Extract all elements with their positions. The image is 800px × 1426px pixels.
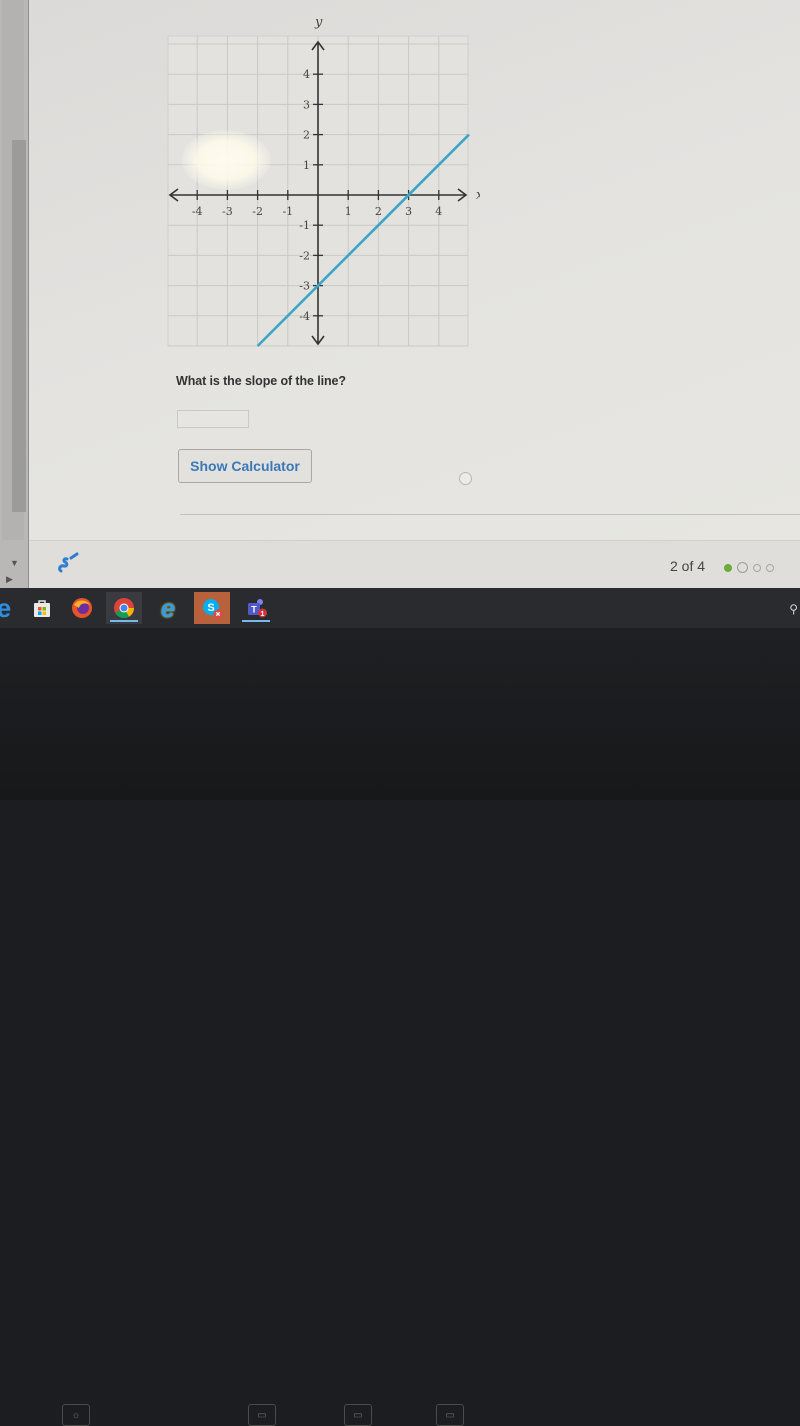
people-icon[interactable]: ⚲ <box>789 602 798 616</box>
x-tick-label: -3 <box>222 205 233 218</box>
laptop-bezel: ☼ ▭ ▭ ▭ <box>0 628 800 1426</box>
taskbar-ie[interactable]: e <box>150 592 186 624</box>
chrome-icon <box>114 598 135 619</box>
x-tick-label: -1 <box>282 205 293 218</box>
x-tick-label: 2 <box>375 205 382 218</box>
x-tick-label: 3 <box>405 205 412 218</box>
x-axis-label: x <box>476 188 480 203</box>
question-content: -4 -3 -2 -1 1 2 3 4 -4 -3 -2 -1 1 2 3 4 x y What is the s… <box>29 0 800 540</box>
y-tick-label: -2 <box>299 249 310 262</box>
screen: ▼ ▶ -4 -3 -2 -1 1 2 3 4 -4 -3 -2 -1 1 2 3 4 x y What is t… <box>0 0 800 589</box>
scroll-down-arrow-icon[interactable]: ▼ <box>10 558 19 568</box>
y-tick-label: -4 <box>299 310 310 323</box>
store-icon <box>34 600 50 617</box>
expand-arrow-icon[interactable]: ▶ <box>6 574 13 585</box>
y-tick-label: -1 <box>299 219 310 232</box>
x-tick-label: -4 <box>192 205 203 218</box>
firefox-icon <box>72 598 92 618</box>
progress-dot-completed[interactable] <box>724 563 732 572</box>
taskbar-edge[interactable]: e <box>0 592 22 624</box>
left-rail: ▼ ▶ <box>0 0 29 588</box>
fkey-brightness-icon: ☼ <box>62 1404 90 1426</box>
active-indicator <box>242 620 270 622</box>
y-tick-label: 3 <box>303 98 310 111</box>
footer-bar: 2 of 4 <box>29 540 800 589</box>
progress-dot-current[interactable] <box>737 562 748 573</box>
slope-answer-input[interactable] <box>177 410 249 428</box>
taskbar: e e S T 1 ⚲ <box>0 588 800 628</box>
app-logo-icon <box>58 552 79 573</box>
y-tick-label: 4 <box>303 68 310 81</box>
fkey-display-icon: ▭ <box>248 1404 276 1426</box>
progress-dot-pending[interactable] <box>766 563 774 572</box>
divider <box>180 514 800 515</box>
y-axis-label: y <box>314 15 323 30</box>
active-indicator <box>110 620 138 622</box>
progress-dots <box>724 562 774 573</box>
y-tick-label: 2 <box>303 129 310 142</box>
x-tick-label: 1 <box>345 205 352 218</box>
fkey-key-icon: ▭ <box>436 1404 464 1426</box>
scrollbar-thumb[interactable] <box>12 140 26 512</box>
progress-dot-pending[interactable] <box>753 563 761 572</box>
page-indicator: 2 of 4 <box>670 558 706 574</box>
svg-text:S: S <box>207 602 214 614</box>
skype-icon: S <box>203 599 223 619</box>
y-tick-label: -3 <box>299 280 310 293</box>
scrollbar-track[interactable] <box>2 0 26 540</box>
radio-circle-icon[interactable] <box>459 472 472 485</box>
taskbar-skype[interactable]: S <box>194 592 230 624</box>
y-tick-label: 1 <box>303 159 310 172</box>
teams-icon: T 1 <box>248 599 267 618</box>
taskbar-store[interactable] <box>24 592 60 624</box>
taskbar-firefox[interactable] <box>64 592 100 624</box>
taskbar-teams[interactable]: T 1 <box>238 592 274 624</box>
x-tick-label: -2 <box>252 205 263 218</box>
fkey-key-icon: ▭ <box>344 1404 372 1426</box>
screen-glare <box>181 130 271 190</box>
edge-icon: e <box>0 592 12 623</box>
x-tick-label: 4 <box>435 205 442 218</box>
ie-icon: e <box>160 592 176 623</box>
taskbar-chrome[interactable] <box>106 592 142 624</box>
svg-text:T: T <box>251 605 257 615</box>
svg-text:1: 1 <box>261 611 265 618</box>
question-text: What is the slope of the line? <box>176 374 346 388</box>
show-calculator-button[interactable]: Show Calculator <box>178 449 312 483</box>
